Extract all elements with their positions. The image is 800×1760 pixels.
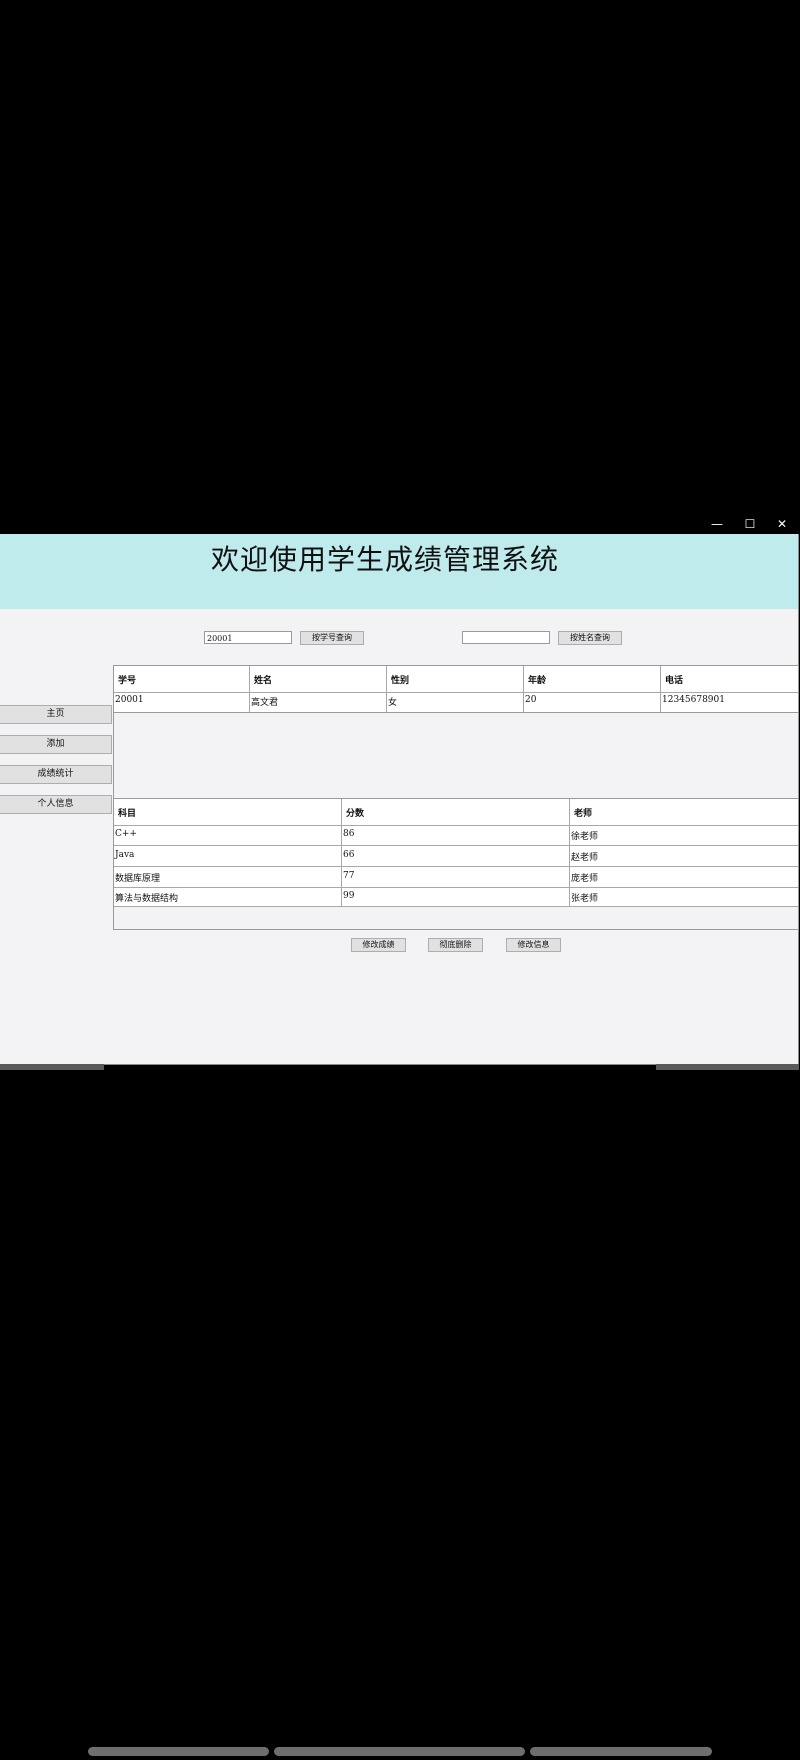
sidebar-item-score-stats[interactable]: 成绩统计: [0, 765, 112, 784]
divider: [114, 692, 798, 693]
student-table: 学号 姓名 性别 年龄 电话 20001 高文君 女 20 1234567890…: [113, 665, 799, 713]
column-header[interactable]: 电话: [661, 673, 797, 686]
edit-info-button[interactable]: 修改信息: [506, 938, 561, 952]
subject-cell[interactable]: C++: [114, 829, 341, 839]
student-gender-cell[interactable]: 女: [387, 695, 523, 708]
delete-button[interactable]: 彻底删除: [428, 938, 483, 952]
divider: [114, 887, 798, 888]
scrollbar-segment[interactable]: [0, 1064, 104, 1070]
sidebar-item-personal-info[interactable]: 个人信息: [0, 795, 112, 814]
divider: [114, 906, 798, 907]
column-header[interactable]: 年龄: [524, 673, 660, 686]
search-by-name-button[interactable]: 按姓名查询: [558, 631, 622, 645]
maximize-icon[interactable]: ☐: [734, 514, 766, 534]
column-header[interactable]: 分数: [342, 806, 569, 819]
scrollbar[interactable]: [88, 1747, 269, 1756]
title-bar: — ☐ ✕: [0, 514, 799, 534]
subject-cell[interactable]: 算法与数据结构: [114, 891, 341, 904]
teacher-cell[interactable]: 徐老师: [570, 829, 797, 842]
column-header[interactable]: 性别: [387, 673, 523, 686]
screen: { "window": { "title": "", "controls": {…: [0, 0, 800, 1760]
column-header[interactable]: 学号: [114, 673, 249, 686]
student-phone-cell[interactable]: 12345678901: [661, 695, 797, 705]
student-id-cell[interactable]: 20001: [114, 695, 249, 705]
teacher-cell[interactable]: 赵老师: [570, 850, 797, 863]
scrollbar[interactable]: [530, 1747, 712, 1756]
score-cell[interactable]: 99: [342, 891, 569, 901]
divider: [114, 825, 798, 826]
teacher-cell[interactable]: 张老师: [570, 891, 797, 904]
sidebar-item-home[interactable]: 主页: [0, 705, 112, 724]
subject-cell[interactable]: 数据库原理: [114, 871, 341, 884]
minimize-icon[interactable]: —: [701, 514, 733, 534]
scrollbar[interactable]: [274, 1747, 525, 1756]
divider: [114, 866, 798, 867]
column-header[interactable]: 姓名: [250, 673, 386, 686]
search-by-id-button[interactable]: 按学号查询: [300, 631, 364, 645]
close-icon[interactable]: ✕: [766, 514, 798, 534]
score-cell[interactable]: 66: [342, 850, 569, 860]
scrollbar-segment[interactable]: [656, 1064, 799, 1070]
student-age-cell[interactable]: 20: [524, 695, 660, 705]
banner: 欢迎使用学生成绩管理系统: [0, 534, 798, 609]
score-cell[interactable]: 77: [342, 871, 569, 881]
column-header[interactable]: 科目: [114, 806, 341, 819]
page-title: 欢迎使用学生成绩管理系统: [210, 543, 559, 576]
sidebar-item-add[interactable]: 添加: [0, 735, 112, 754]
teacher-cell[interactable]: 庞老师: [570, 871, 797, 884]
score-table: 科目 分数 老师 C++ 86 徐老师 Java 66 赵老师 数据库原理 77…: [113, 798, 799, 930]
student-table-empty-area: [113, 713, 799, 798]
edit-score-button[interactable]: 修改成绩: [351, 938, 406, 952]
student-name-cell[interactable]: 高文君: [250, 695, 386, 708]
divider: [114, 845, 798, 846]
subject-cell[interactable]: Java: [114, 850, 341, 860]
student-name-input[interactable]: [462, 631, 550, 644]
app-window: — ☐ ✕ 欢迎使用学生成绩管理系统 20001 按学号查询 按姓名查询 主页 …: [0, 514, 799, 1065]
student-id-input[interactable]: 20001: [204, 631, 292, 644]
column-header[interactable]: 老师: [570, 806, 797, 819]
score-cell[interactable]: 86: [342, 829, 569, 839]
